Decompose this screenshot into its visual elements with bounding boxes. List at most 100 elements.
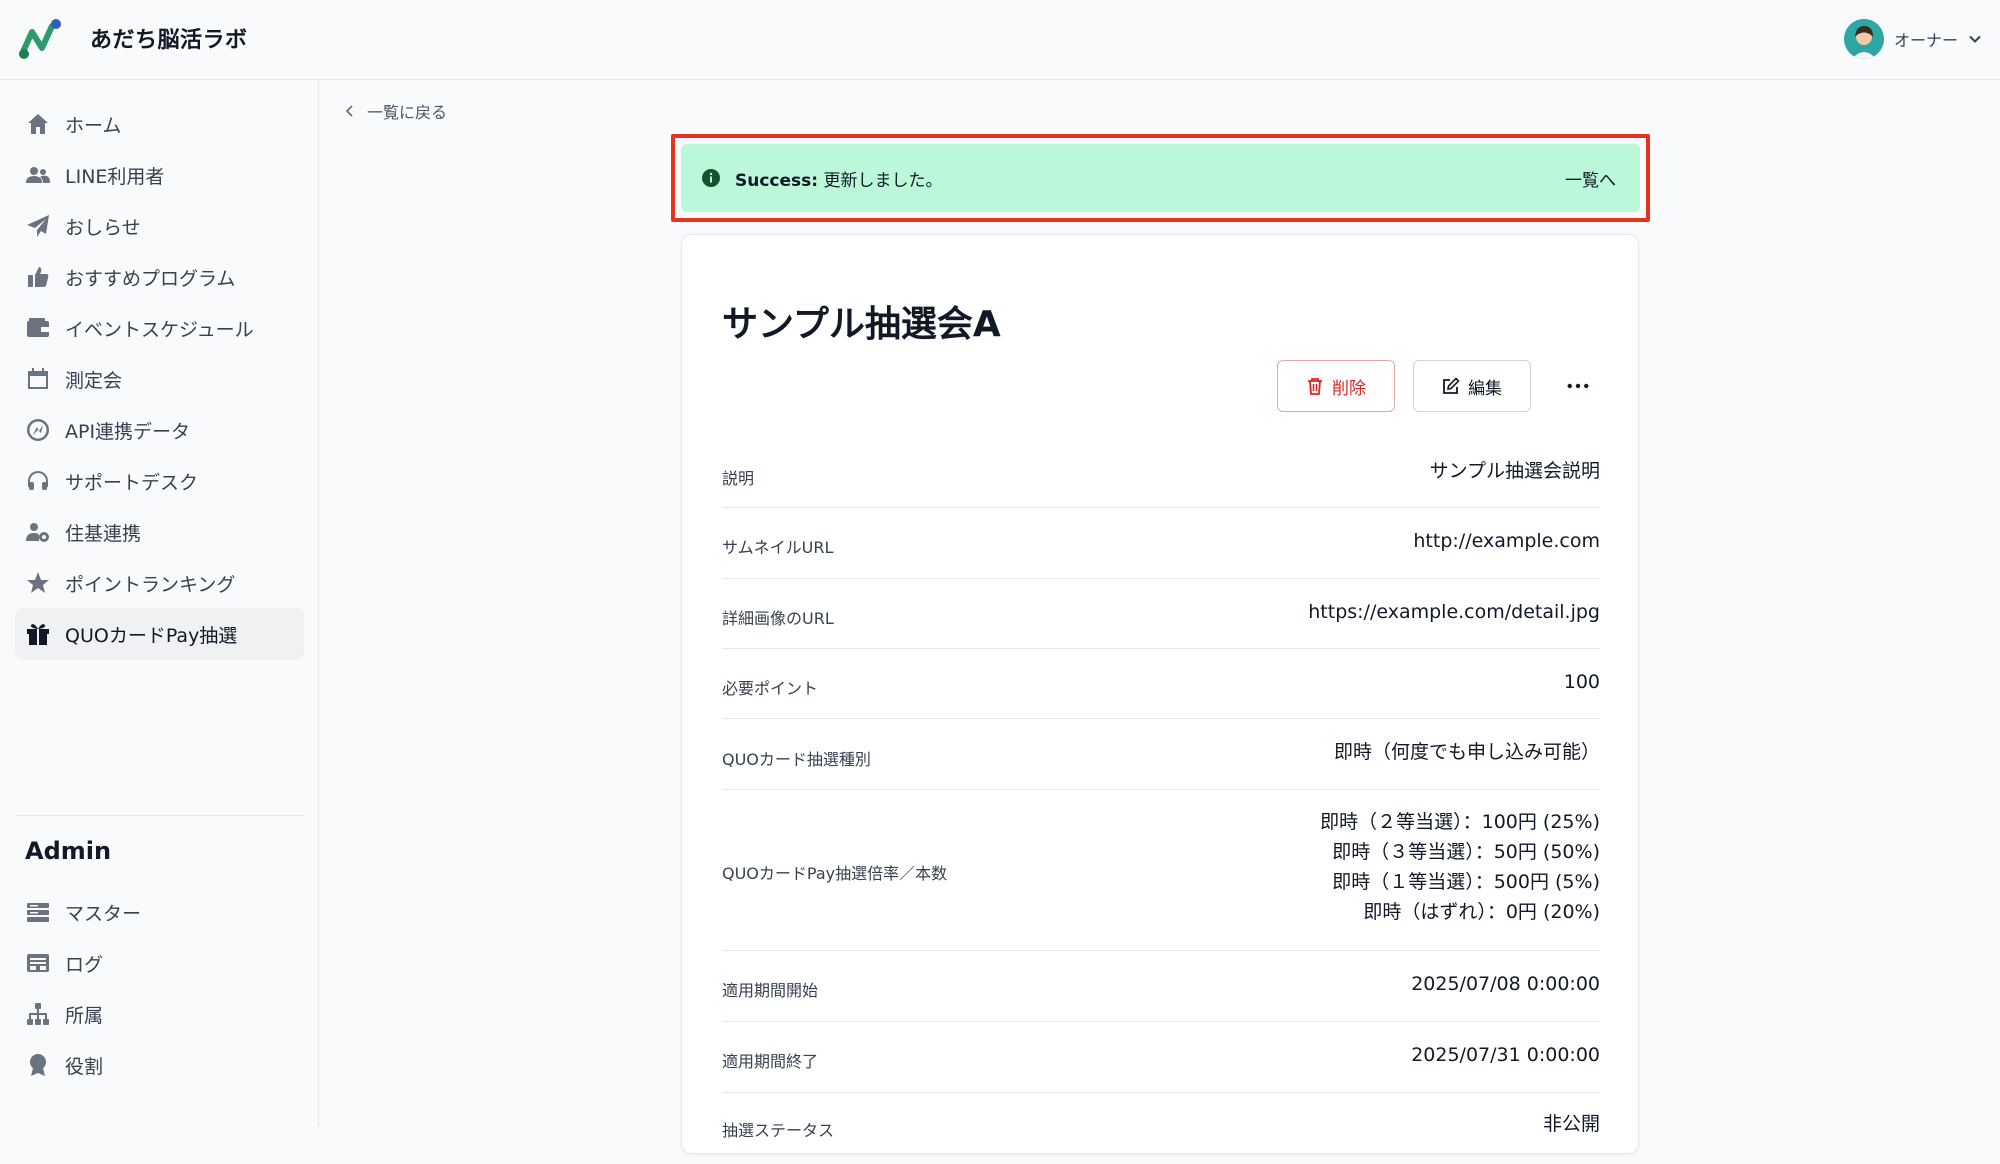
detail-label: QUOカードPay抽選倍率／本数: [722, 864, 948, 883]
detail-value: 即時（２等当選）：100円 (25%) 即時（３等当選）：50円 (50%) 即…: [1320, 807, 1600, 927]
alert-message: Success: 更新しました。: [735, 166, 1565, 191]
detail-value: 2025/07/31 0:00:00: [1411, 1040, 1600, 1070]
sidebar-item-home[interactable]: ホーム: [15, 98, 304, 150]
detail-value-line: 即時（１等当選）：500円 (5%): [1332, 871, 1600, 893]
sidebar-item-point-ranking[interactable]: ポイントランキング: [15, 557, 304, 609]
more-options-button[interactable]: [1562, 371, 1594, 401]
detail-row-required-points: 必要ポイント 100: [722, 649, 1600, 719]
detail-value-line: 即時（２等当選）：100円 (25%): [1320, 811, 1600, 833]
detail-value: 2025/07/08 0:00:00: [1411, 969, 1600, 999]
sidebar-divider: [15, 815, 304, 816]
sidebar-item-measurement[interactable]: 測定会: [15, 353, 304, 405]
sidebar-item-label: 役割: [65, 1055, 104, 1078]
server-icon: [25, 899, 51, 925]
edit-icon: [1443, 377, 1460, 394]
chevron-down-icon: [1969, 35, 1981, 43]
detail-value-line: 即時（はずれ）：0円 (20%): [1363, 901, 1600, 923]
edit-button-label: 編集: [1468, 378, 1502, 399]
detail-value: http://example.com: [1413, 526, 1600, 556]
success-alert: Success: 更新しました。 一覧へ: [681, 144, 1640, 212]
detail-card: サンプル抽選会A 削除 編集 説明 サンプル抽選会説明 サムネイルURL htt…: [681, 234, 1639, 1154]
sidebar-item-juki[interactable]: 住基連携: [15, 506, 304, 558]
alert-prefix: Success:: [735, 170, 819, 191]
sidebar-item-label: API連携データ: [65, 420, 191, 443]
sidebar-item-api-data[interactable]: API連携データ: [15, 404, 304, 456]
users-icon: [25, 162, 51, 188]
back-link-label: 一覧に戻る: [367, 103, 448, 122]
log-icon: [25, 950, 51, 976]
user-menu[interactable]: オーナー: [1843, 18, 1982, 60]
sidebar-item-roles[interactable]: 役割: [15, 1039, 304, 1091]
sidebar-item-label: 住基連携: [65, 522, 142, 545]
detail-value-line: サンプル抽選会説明: [1429, 460, 1600, 482]
chevron-left-icon: [345, 105, 353, 117]
detail-label: 適用期間終了: [722, 1052, 819, 1071]
star-icon: [25, 570, 51, 596]
detail-value-line: 2025/07/31 0:00:00: [1411, 1044, 1600, 1066]
sidebar-item-line-users[interactable]: LINE利用者: [15, 149, 304, 201]
top-header: あだち脳活ラボ オーナー: [0, 0, 2000, 80]
detail-row-description: 説明 サンプル抽選会説明: [722, 437, 1600, 508]
detail-value: サンプル抽選会説明: [1430, 456, 1600, 486]
detail-value-line: https://example.com/detail.jpg: [1308, 601, 1600, 623]
edit-button[interactable]: 編集: [1413, 360, 1531, 412]
sidebar-item-notices[interactable]: おしらせ: [15, 200, 304, 252]
sidebar-item-label: サポートデスク: [65, 471, 199, 494]
headset-icon: [25, 468, 51, 494]
app-title[interactable]: あだち脳活ラボ: [90, 22, 248, 54]
detail-label: サムネイルURL: [722, 538, 834, 557]
sidebar-item-label: おしらせ: [65, 216, 141, 239]
delete-button[interactable]: 削除: [1277, 360, 1395, 412]
wallet-icon: [25, 315, 51, 341]
detail-value: https://example.com/detail.jpg: [1308, 597, 1600, 627]
detail-row-period-end: 適用期間終了 2025/07/31 0:00:00: [722, 1022, 1600, 1093]
app-logo-icon[interactable]: [18, 18, 64, 60]
alert-list-link[interactable]: 一覧へ: [1565, 166, 1616, 191]
trash-icon: [1308, 378, 1322, 395]
api-icon: [25, 417, 51, 443]
home-icon: [25, 111, 51, 137]
calendar-icon: [25, 366, 51, 392]
sidebar-item-quo-lottery[interactable]: QUOカードPay抽選: [15, 608, 304, 660]
gift-icon: [25, 621, 51, 647]
sidebar-item-label: QUOカードPay抽選: [65, 624, 238, 647]
sidebar-item-label: LINE利用者: [65, 165, 165, 188]
sidebar-item-programs[interactable]: おすすめプログラム: [15, 251, 304, 303]
ellipsis-icon: [1567, 383, 1589, 389]
sidebar-item-affiliation[interactable]: 所属: [15, 988, 304, 1040]
detail-label: 必要ポイント: [722, 679, 819, 698]
award-icon: [25, 1052, 51, 1078]
sidebar-item-label: ポイントランキング: [65, 573, 236, 596]
sidebar-item-label: マスター: [65, 902, 142, 925]
sidebar-item-label: 所属: [65, 1004, 104, 1027]
sidebar: ホーム LINE利用者 おしらせ おすすめプログラム イベントスケジュール 測定…: [0, 80, 319, 1127]
back-to-list-link[interactable]: 一覧に戻る: [343, 98, 447, 124]
detail-row-lottery-status: 抽選ステータス 非公開: [722, 1093, 1600, 1164]
page-title: サンプル抽選会A: [722, 304, 1001, 345]
user-gear-icon: [25, 519, 51, 545]
sidebar-item-support-desk[interactable]: サポートデスク: [15, 455, 304, 507]
detail-row-detail-image-url: 詳細画像のURL https://example.com/detail.jpg: [722, 579, 1600, 649]
detail-label: 適用期間開始: [722, 981, 819, 1000]
paper-plane-icon: [25, 213, 51, 239]
detail-value-line: 非公開: [1542, 1113, 1600, 1135]
detail-value-line: 即時（何度でも申し込み可能）: [1333, 741, 1600, 763]
admin-section-title: Admin: [25, 837, 112, 865]
info-circle-icon: [702, 169, 720, 187]
sidebar-item-log[interactable]: ログ: [15, 937, 304, 989]
sidebar-item-master[interactable]: マスター: [15, 886, 304, 938]
detail-label: 抽選ステータス: [722, 1121, 835, 1140]
detail-row-lottery-type: QUOカード抽選種別 即時（何度でも申し込み可能）: [722, 719, 1600, 790]
sidebar-item-event-schedule[interactable]: イベントスケジュール: [15, 302, 304, 354]
sidebar-item-label: ログ: [65, 953, 104, 976]
detail-value: 非公開: [1543, 1109, 1600, 1139]
sidebar-item-label: ホーム: [65, 114, 122, 137]
detail-label: 詳細画像のURL: [722, 609, 834, 628]
detail-row-thumbnail-url: サムネイルURL http://example.com: [722, 508, 1600, 579]
thumbs-up-icon: [25, 264, 51, 290]
sidebar-item-label: 測定会: [65, 369, 123, 392]
detail-value: 100: [1564, 667, 1600, 697]
delete-button-label: 削除: [1332, 378, 1366, 399]
avatar: [1843, 19, 1884, 59]
detail-row-lottery-odds: QUOカードPay抽選倍率／本数 即時（２等当選）：100円 (25%) 即時（…: [722, 790, 1600, 951]
